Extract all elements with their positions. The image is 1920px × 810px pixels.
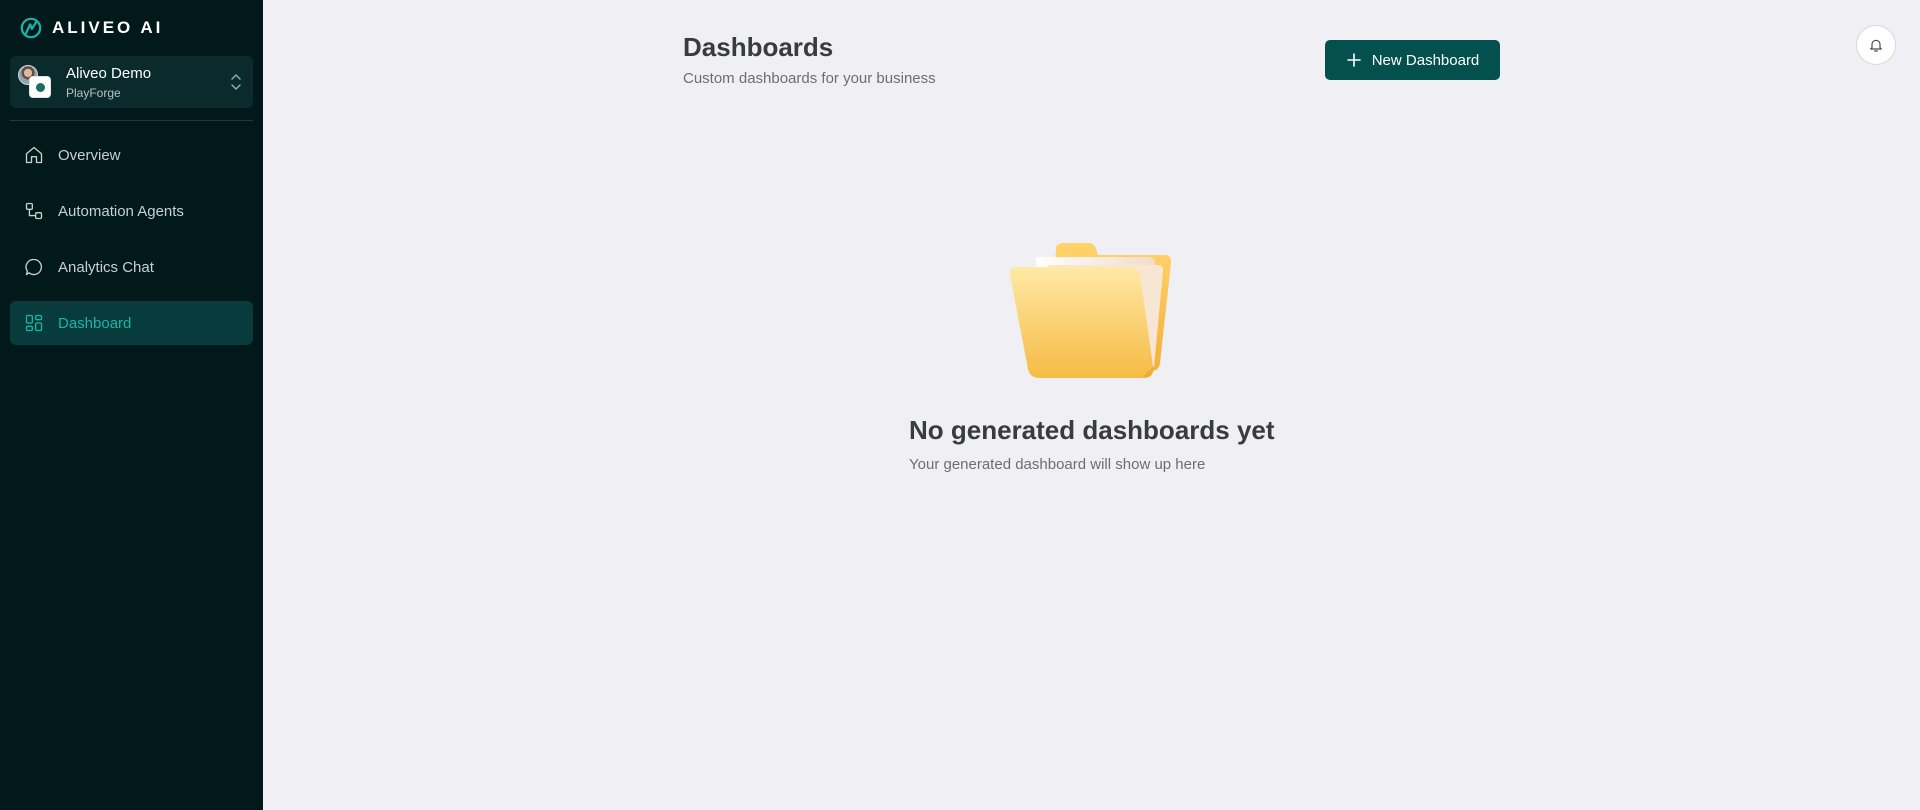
plus-icon: [1346, 53, 1361, 67]
sidebar-item-automation-agents[interactable]: Automation Agents: [10, 189, 253, 233]
workspace-name: Aliveo Demo: [66, 65, 152, 82]
empty-state-subtitle: Your generated dashboard will show up he…: [909, 456, 1206, 473]
workspace-switcher[interactable]: Aliveo Demo PlayForge: [10, 56, 253, 108]
home-icon: [25, 146, 43, 164]
sidebar-item-label: Overview: [58, 146, 121, 164]
new-dashboard-label: New Dashboard: [1371, 51, 1480, 69]
aliveo-logo-icon: [20, 17, 42, 39]
sidebar-item-analytics-chat[interactable]: Analytics Chat: [10, 245, 253, 289]
layout-grid-icon: [25, 314, 43, 332]
brand[interactable]: ALIVEO AI: [20, 16, 163, 40]
empty-state-title: No generated dashboards yet: [909, 415, 1275, 445]
sidebar-divider: [10, 120, 253, 121]
org-logo: [29, 76, 51, 98]
sidebar: ALIVEO AI Aliveo Demo PlayForge Overview…: [0, 0, 263, 810]
notifications-button[interactable]: [1856, 25, 1896, 65]
sidebar-item-label: Dashboard: [58, 314, 132, 332]
page-subtitle: Custom dashboards for your business: [683, 70, 936, 87]
sidebar-item-dashboard[interactable]: Dashboard: [10, 301, 253, 345]
sidebar-item-label: Automation Agents: [58, 202, 184, 220]
workflow-icon: [25, 202, 43, 220]
page-title: Dashboards: [683, 32, 834, 62]
chat-bubble-icon: [25, 258, 43, 276]
workspace-org: PlayForge: [66, 86, 121, 100]
new-dashboard-button[interactable]: New Dashboard: [1325, 40, 1500, 80]
bell-icon: [1870, 39, 1882, 52]
brand-name: ALIVEO AI: [52, 18, 164, 37]
chevron-up-down-icon: [231, 74, 241, 90]
sidebar-item-overview[interactable]: Overview: [10, 133, 253, 177]
sidebar-item-label: Analytics Chat: [58, 258, 154, 276]
folder-icon: [1009, 243, 1172, 378]
